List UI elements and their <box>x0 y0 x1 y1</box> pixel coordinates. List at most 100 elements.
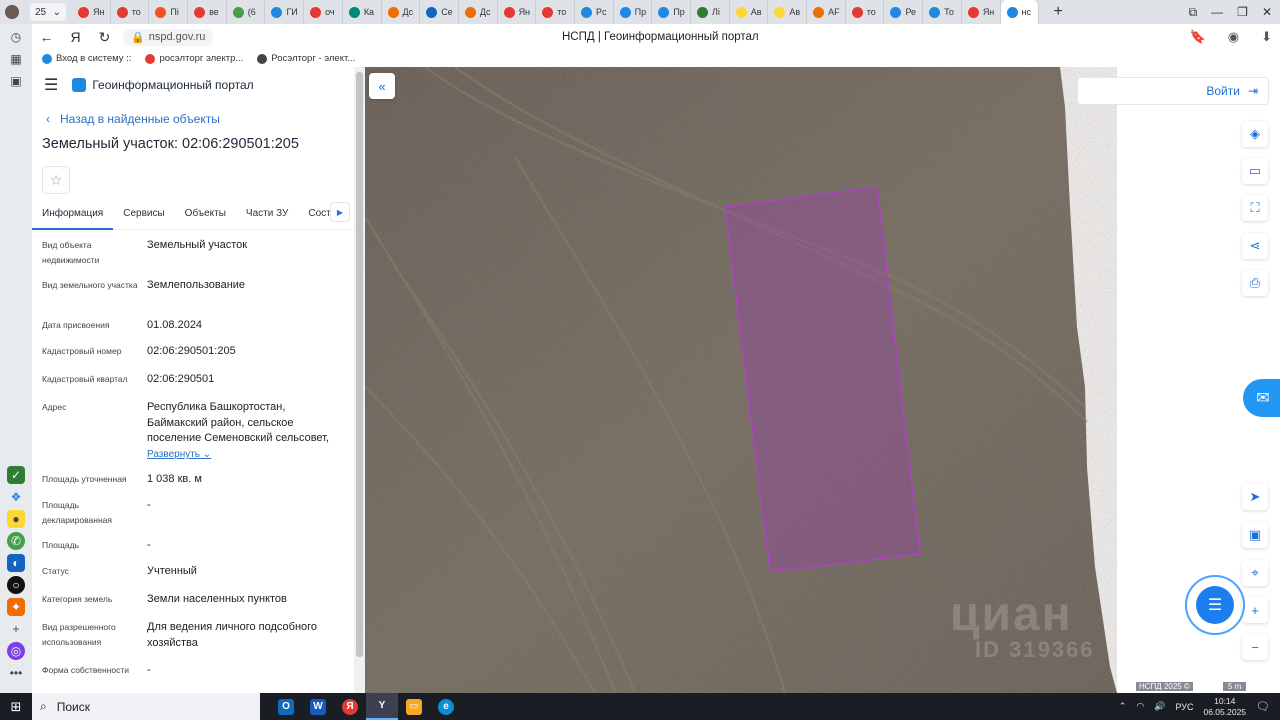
notifications-icon[interactable]: 🗨 <box>1256 700 1270 713</box>
alice-icon[interactable]: ◎ <box>7 642 25 660</box>
downloads-icon[interactable]: ⬇ <box>1261 29 1272 45</box>
add-app-icon[interactable]: + <box>7 620 25 638</box>
close-window-icon[interactable]: ✕ <box>1262 5 1272 20</box>
browser-tab[interactable]: Ав <box>768 0 808 24</box>
history-icon[interactable]: ◷ <box>7 28 25 46</box>
browser-tab[interactable]: Пр <box>614 0 653 24</box>
browser-tab[interactable]: ве <box>188 0 227 24</box>
login-button[interactable]: Войти ⇥ <box>1077 77 1269 105</box>
browser-tab[interactable]: Дс <box>459 0 498 24</box>
map-view[interactable]: циан ID 319366 « Войти ⇥ ◈ ▭ ⛶ ⋖ ⎙ ✉ ➤ ▣… <box>365 67 1280 693</box>
extension-icon[interactable]: ◉ <box>1228 29 1239 45</box>
word-icon[interactable]: W <box>302 693 334 720</box>
clock[interactable]: 10:14 06.05.2025 <box>1203 696 1246 718</box>
profile-avatar[interactable] <box>0 0 24 24</box>
tab-label: Пр <box>634 7 647 17</box>
yandex-app-icon[interactable]: Я <box>334 693 366 720</box>
calendar-icon[interactable]: ▦ <box>7 50 25 68</box>
tabs-collection-icon[interactable]: ⧉ <box>1189 5 1198 20</box>
portal-logo[interactable]: Геоинформационный портал <box>72 78 254 92</box>
screenshot-icon[interactable]: ▣ <box>7 72 25 90</box>
geolocation-button[interactable]: ⌖ <box>1242 560 1268 586</box>
yandex-icon[interactable]: Я <box>61 29 90 45</box>
app-icon-7[interactable]: ✦ <box>7 598 25 616</box>
browser-tab[interactable]: Ян <box>498 0 537 24</box>
zoom-out-button[interactable]: − <box>1242 634 1268 660</box>
outlook-icon[interactable]: O <box>270 693 302 720</box>
yandex-browser-icon[interactable]: Y <box>366 693 398 720</box>
whatsapp-icon[interactable]: ✆ <box>7 532 25 550</box>
browser-tab[interactable]: Ян <box>962 0 1001 24</box>
panel-scrollbar[interactable] <box>354 67 365 693</box>
browser-tab[interactable]: то <box>111 0 150 24</box>
tab-count-button[interactable]: 25 ⌄ <box>30 3 66 21</box>
feedback-tab[interactable]: ✉ <box>1243 379 1280 417</box>
browser-tab[interactable]: ГИ <box>265 0 305 24</box>
browser-tab[interactable]: то <box>536 0 575 24</box>
tray-chevron-icon[interactable]: ⌃ <box>1119 701 1127 712</box>
tabs-scroll-right-button[interactable]: ▶ <box>330 202 350 222</box>
file-explorer-icon[interactable]: ▭ <box>398 693 430 720</box>
wifi-icon[interactable]: ◠ <box>1136 701 1144 712</box>
menu-icon[interactable]: ☰ <box>44 75 58 95</box>
select-area-button[interactable]: ⛶ <box>1242 195 1268 221</box>
back-arrow-icon[interactable]: ← <box>32 29 61 45</box>
locate-button[interactable]: ➤ <box>1242 484 1268 510</box>
browser-tab[interactable]: Се <box>420 0 459 24</box>
browser-tab[interactable]: Ян <box>72 0 111 24</box>
panel-tab[interactable]: Части ЗУ <box>236 206 298 230</box>
minimap-button[interactable]: ▣ <box>1242 522 1268 548</box>
ruler-button[interactable]: ▭ <box>1242 158 1268 184</box>
bookmark-item[interactable]: Вход в систему :: <box>42 53 131 64</box>
bookmark-item[interactable]: Росэлторг - элект... <box>257 53 355 64</box>
url-field[interactable]: 🔒 nspd.gov.ru <box>123 28 214 46</box>
taskbar-search[interactable]: ⌕ Поиск <box>32 693 260 720</box>
panel-scrollbar-thumb[interactable] <box>356 72 363 657</box>
bookmark-item[interactable]: росэлторг электр... <box>145 53 243 64</box>
maximize-icon[interactable]: ❐ <box>1237 5 1248 20</box>
share-button[interactable]: ⋖ <box>1242 233 1268 259</box>
browser-tab[interactable]: То <box>923 0 962 24</box>
chat-button[interactable]: ☰ <box>1185 575 1245 635</box>
app-icon-1[interactable]: ✓ <box>7 466 25 484</box>
back-to-results-link[interactable]: ‹ Назад в найденные объекты <box>46 112 354 126</box>
panel-tab[interactable]: Информация <box>32 206 114 230</box>
minimize-icon[interactable]: — <box>1211 5 1223 20</box>
app-icon-6[interactable]: ○ <box>7 576 25 594</box>
app-icon-5[interactable]: ◐ <box>7 554 25 572</box>
browser-tab[interactable]: Ав <box>730 0 769 24</box>
browser-tab[interactable]: AF <box>807 0 846 24</box>
app-icon-3[interactable]: ● <box>7 510 25 528</box>
layers-button[interactable]: ◈ <box>1242 121 1268 147</box>
more-icon[interactable]: ••• <box>7 664 25 682</box>
volume-icon[interactable]: 🔊 <box>1154 701 1165 712</box>
collapse-panel-button[interactable]: « <box>369 73 395 99</box>
browser-tab[interactable]: то <box>846 0 885 24</box>
browser-tab[interactable]: Дс <box>382 0 421 24</box>
browser-tab[interactable]: Лі <box>691 0 730 24</box>
reload-icon[interactable]: ↻ <box>90 29 119 46</box>
tab-label: Ка <box>363 7 375 17</box>
panel-tab[interactable]: Объекты <box>175 206 236 230</box>
browser-tab[interactable]: Ка <box>343 0 382 24</box>
browser-tab[interactable]: нс✕ <box>1000 0 1040 24</box>
favorite-star-icon[interactable]: ☆ <box>42 166 70 194</box>
panel-tab[interactable]: Сервисы <box>113 206 174 230</box>
browser-tab[interactable]: Ре <box>884 0 924 24</box>
expand-address-link[interactable]: Развернуть ⌄ <box>147 447 344 463</box>
browser-tab[interactable]: Пр <box>652 0 691 24</box>
zoom-in-button[interactable]: + <box>1242 597 1268 623</box>
app-icon-2[interactable]: ❖ <box>7 488 25 506</box>
print-button[interactable]: ⎙ <box>1242 270 1268 296</box>
bookmark-icon[interactable]: 🔖 <box>1190 29 1206 45</box>
browser-tab[interactable]: Пі <box>149 0 189 24</box>
browser-tab[interactable]: оч <box>304 0 343 24</box>
browser-tab[interactable]: (6 <box>227 0 266 24</box>
browser-tab[interactable]: Рс <box>575 0 614 24</box>
bookmark-label: Вход в систему :: <box>56 53 132 64</box>
edge-icon[interactable]: e <box>430 693 462 720</box>
attribute-list: Вид объекта недвижимости Земельный участо… <box>32 238 354 689</box>
new-tab-button[interactable]: + <box>1047 1 1069 23</box>
windows-start-icon[interactable]: ⊞ <box>0 693 32 720</box>
language-indicator[interactable]: РУС <box>1175 702 1193 712</box>
